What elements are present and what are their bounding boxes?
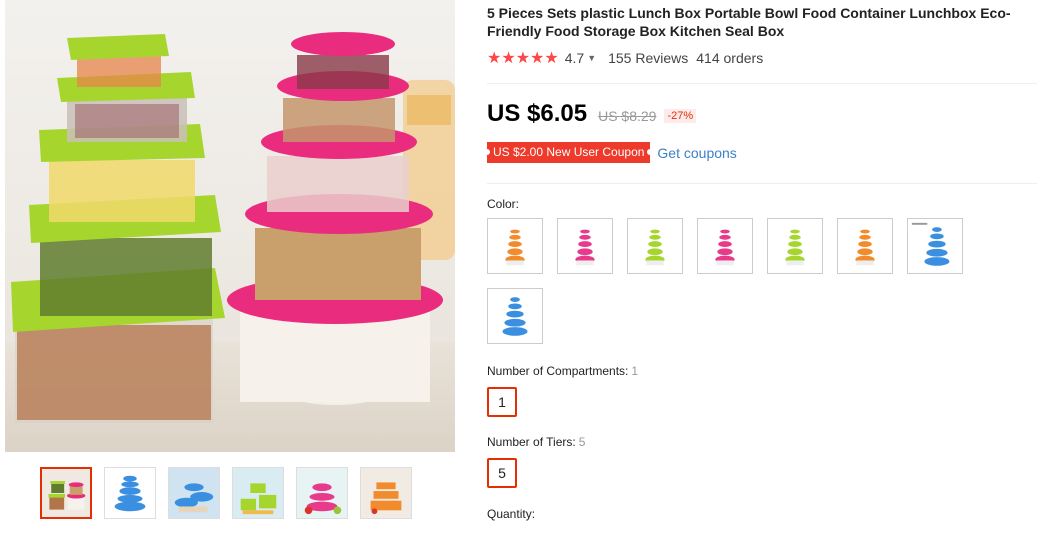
coupon-row: US $2.00 New User Coupon Get coupons (483, 142, 737, 163)
current-price: US $6.05 (487, 100, 588, 127)
thumbnail-3[interactable] (168, 467, 220, 519)
thumbnail-1[interactable] (40, 467, 92, 519)
original-price: US $8.29 (598, 108, 657, 124)
quantity-label: Quantity: (487, 507, 536, 521)
color-swatch-blue-labeled[interactable] (907, 218, 963, 274)
discount-badge: -27% (664, 109, 697, 123)
new-user-coupon-badge[interactable]: US $2.00 New User Coupon (483, 142, 654, 163)
color-swatch-green[interactable] (627, 218, 683, 274)
color-swatch-pink-2[interactable] (697, 218, 753, 274)
compartments-selected: 1 (631, 364, 639, 378)
color-swatch-blue[interactable] (487, 288, 543, 344)
purchase-options: US $6.05 US $8.29 -27% US $2.00 New User… (483, 0, 1047, 534)
divider (487, 183, 1037, 184)
color-swatch-orange-2[interactable] (837, 218, 893, 274)
thumbnail-2[interactable] (104, 467, 156, 519)
tiers-label: Number of Tiers: 5 (487, 435, 585, 449)
get-coupons-link[interactable]: Get coupons (657, 145, 736, 161)
thumbnail-4[interactable] (232, 467, 284, 519)
thumbnail-6[interactable] (360, 467, 412, 519)
tiers-option-5[interactable]: 5 (487, 458, 517, 488)
color-label: Color: (487, 197, 520, 211)
food-containers-illustration (11, 32, 455, 423)
color-swatch-orange[interactable] (487, 218, 543, 274)
color-swatch-pink[interactable] (557, 218, 613, 274)
thumbnail-5[interactable] (296, 467, 348, 519)
compartments-label-text: Number of Compartments: (487, 364, 629, 378)
tiers-label-text: Number of Tiers: (487, 435, 576, 449)
tiers-selected: 5 (578, 435, 586, 449)
thumbnail-strip (40, 467, 412, 519)
price-row: US $6.05 US $8.29 -27% (487, 100, 697, 128)
color-swatch-green-2[interactable] (767, 218, 823, 274)
main-product-image[interactable] (5, 0, 455, 452)
compartments-label: Number of Compartments: 1 (487, 364, 638, 378)
compartments-option-1[interactable]: 1 (487, 387, 517, 417)
